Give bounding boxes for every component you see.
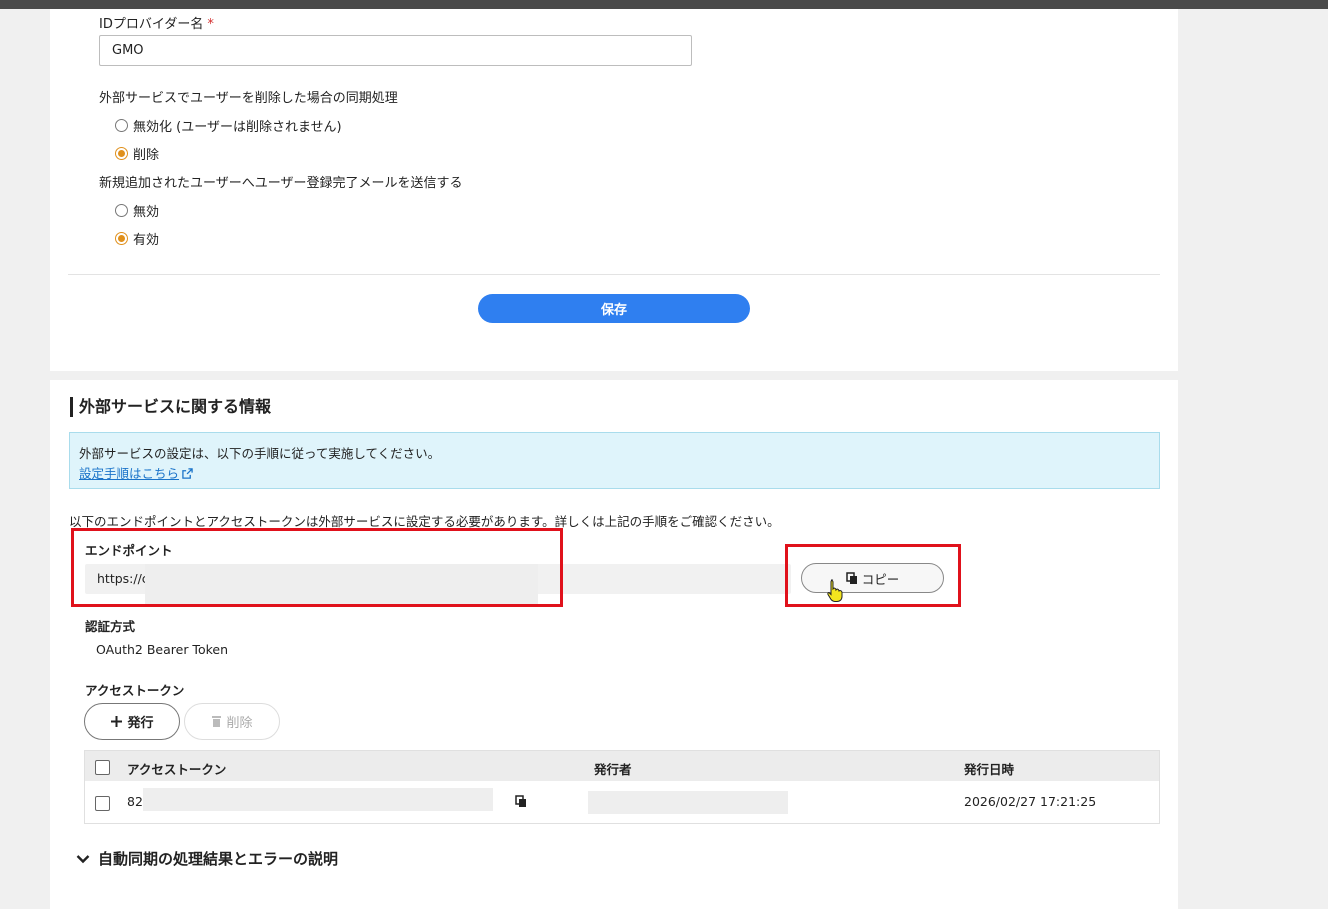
auth-method-label: 認証方式 [85,619,136,634]
radio-checked-icon[interactable] [115,147,128,160]
copy-token-icon[interactable] [515,795,527,808]
redaction-mask [588,791,788,814]
delete-button-label: 削除 [226,716,253,731]
token-value: 82 [127,794,143,809]
select-all-checkbox[interactable] [95,760,110,775]
settings-form-panel: IDプロバイダー名* 外部サービスでユーザーを削除した場合の同期処理 無効化 (… [50,9,1178,371]
radio-unchecked-icon[interactable] [115,119,128,132]
radio-option-disable[interactable]: 無効化 (ユーザーは削除されません) [115,116,342,135]
radio-option-label: 無効 [133,205,160,220]
radio-option-mail-on[interactable]: 有効 [115,229,159,248]
radio-unchecked-icon[interactable] [115,204,128,217]
redaction-mask [143,788,493,811]
endpoint-highlight-box [71,528,563,607]
radio-option-mail-off[interactable]: 無効 [115,201,159,220]
column-header-issuer: 発行者 [594,762,632,777]
browser-top-bar [0,0,1328,9]
issue-button-label: 発行 [127,716,154,731]
issued-at-value: 2026/02/27 17:21:25 [964,794,1097,809]
row-checkbox[interactable] [95,796,110,811]
idp-name-label: IDプロバイダー名 * [99,13,214,32]
required-mark: * [207,17,214,32]
radio-option-label: 無効化 (ユーザーは削除されません) [133,120,342,135]
external-link-icon[interactable] [182,468,193,479]
setup-guide-link[interactable]: 設定手順はこちら [79,463,193,482]
setup-guide-link-text[interactable]: 設定手順はこちら [79,466,179,481]
column-header-token: アクセストークン [127,762,227,777]
radio-option-label: 有効 [133,233,160,248]
radio-option-delete[interactable]: 削除 [115,144,159,163]
plus-icon [111,716,123,727]
accordion-label: 自動同期の処理結果とエラーの説明 [98,850,339,868]
copy-highlight-box [785,544,961,607]
issue-token-button[interactable]: 発行 [84,703,180,740]
sync-result-accordion[interactable]: 自動同期の処理結果とエラーの説明 [76,848,338,869]
access-token-label: アクセストークン [85,683,185,698]
external-service-panel: 外部サービスに関する情報 外部サービスの設定は、以下の手順に従って実施してくださ… [50,380,1178,909]
save-button[interactable]: 保存 [478,294,750,323]
info-box: 外部サービスの設定は、以下の手順に従って実施してください。 設定手順はこちら [69,432,1160,489]
sync-setting-label: 外部サービスでユーザーを削除した場合の同期処理 [99,91,398,106]
radio-option-label: 削除 [133,148,160,163]
table-header: アクセストークン 発行者 発行日時 [85,751,1159,781]
section-title: 外部サービスに関する情報 [70,397,271,417]
trash-icon [212,716,222,727]
hand-cursor-icon [827,579,843,602]
form-divider [68,274,1160,275]
idp-name-label-text: IDプロバイダー名 [99,17,204,32]
radio-checked-icon[interactable] [115,232,128,245]
info-text: 外部サービスの設定は、以下の手順に従って実施してください。 [79,446,441,461]
chevron-down-icon [76,854,90,863]
mail-setting-label: 新規追加されたユーザーへユーザー登録完了メールを送信する [99,176,463,191]
delete-token-button[interactable]: 削除 [184,703,280,740]
auth-method-value: OAuth2 Bearer Token [96,642,229,657]
access-token-table: アクセストークン 発行者 発行日時 82 2026/02/27 17:21:25 [84,750,1160,824]
column-header-issued-at: 発行日時 [964,762,1015,777]
idp-name-input[interactable] [99,35,692,66]
